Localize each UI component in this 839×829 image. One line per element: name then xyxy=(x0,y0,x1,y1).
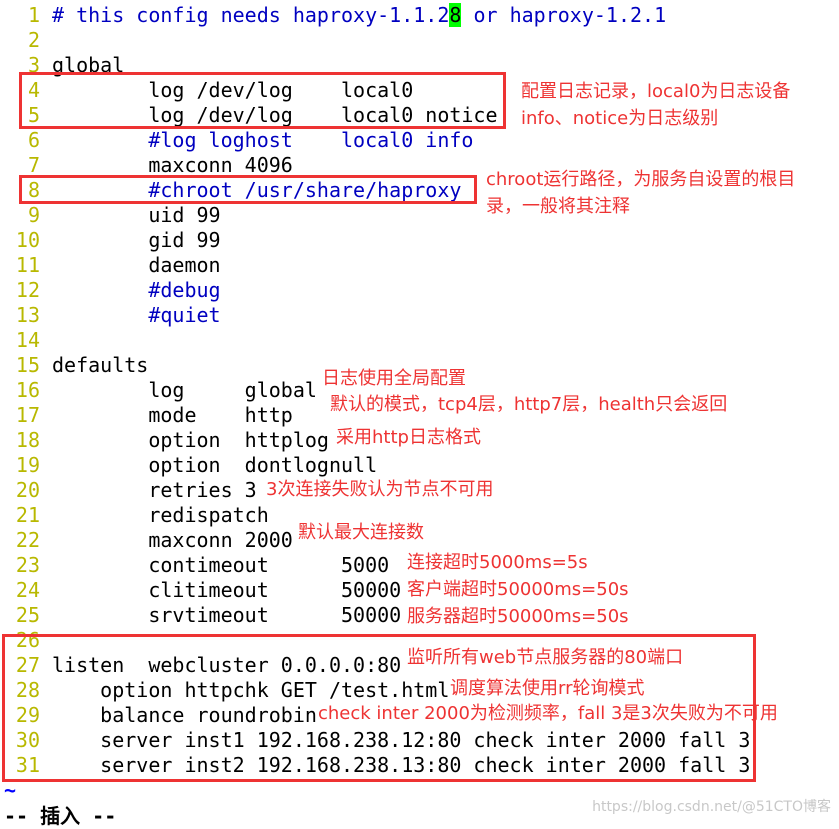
editor-line[interactable]: 25 srvtimeout 50000 xyxy=(4,603,750,628)
line-text: option httplog xyxy=(52,428,329,452)
line-number: 16 xyxy=(15,378,40,402)
editor-line[interactable]: 24 clitimeout 50000 xyxy=(4,578,750,603)
vim-mode-status: -- 插入 -- xyxy=(4,804,117,828)
note-listen: 监听所有web节点服务器的80端口 xyxy=(407,647,684,668)
line-text: option dontlognull xyxy=(52,453,378,477)
line-text: redispatch xyxy=(52,503,269,527)
line-text: retries 3 xyxy=(52,478,257,502)
editor-line[interactable]: 10 gid 99 xyxy=(4,228,750,253)
line-text: srvtimeout 50000 xyxy=(52,603,402,627)
editor-line[interactable]: 19 option dontlognull xyxy=(4,453,750,478)
line-text: log global xyxy=(52,378,317,402)
line-number: 24 xyxy=(15,578,40,602)
line-number: 6 xyxy=(27,128,40,152)
note-httplog: 采用http日志格式 xyxy=(336,427,481,448)
editor-line[interactable]: 9 uid 99 xyxy=(4,203,750,228)
line-number: 25 xyxy=(15,603,40,627)
note-chroot-2: 录，一般将其注释 xyxy=(486,196,630,217)
editor-line[interactable]: 6 #log loghost local0 info xyxy=(4,128,750,153)
line-text: daemon xyxy=(52,253,221,277)
line-number: 14 xyxy=(15,328,40,352)
line-number: 21 xyxy=(15,503,40,527)
editor-line[interactable]: 13 #quiet xyxy=(4,303,750,328)
note-log-config-1: 配置日志记录，local0为日志设备 xyxy=(521,81,791,102)
line-text: contimeout 5000 xyxy=(52,553,390,577)
note-log-config-2: info、notice为日志级别 xyxy=(521,108,719,129)
note-log-global: 日志使用全局配置 xyxy=(322,368,466,389)
editor-line[interactable]: 2 xyxy=(4,28,750,53)
note-maxconn: 默认最大连接数 xyxy=(298,522,424,543)
line-number: 22 xyxy=(15,528,40,552)
note-httpchk: 调度算法使用rr轮询模式 xyxy=(450,678,645,699)
watermark: https://blog.csdn.net/@51CTO博客 xyxy=(592,799,831,815)
line-number: 18 xyxy=(15,428,40,452)
editor-line[interactable]: 23 contimeout 5000 xyxy=(4,553,750,578)
text-cursor: 8 xyxy=(449,3,462,27)
line-text: gid 99 xyxy=(52,228,221,252)
note-clitimeout: 客户端超时50000ms=50s xyxy=(407,579,629,600)
editor-line[interactable]: 12 #debug xyxy=(4,278,750,303)
line-number: 12 xyxy=(15,278,40,302)
line-text: maxconn 2000 xyxy=(52,528,293,552)
highlight-box-chroot xyxy=(19,175,477,204)
line-number: 1 xyxy=(27,3,40,27)
note-mode: 默认的模式，tcp4层，http7层，health只会返回 xyxy=(330,394,728,415)
line-text: mode http xyxy=(52,403,293,427)
line-text: or haproxy-1.2.1 xyxy=(461,3,667,27)
editor-line[interactable]: 11 daemon xyxy=(4,253,750,278)
line-number: 13 xyxy=(15,303,40,327)
line-text: #debug xyxy=(52,278,221,302)
line-number: 17 xyxy=(15,403,40,427)
note-check: check inter 2000为检测频率，fall 3是3次失败为不可用 xyxy=(318,703,778,724)
line-number: 9 xyxy=(27,203,40,227)
line-number: 19 xyxy=(15,453,40,477)
line-text: #log loghost local0 info xyxy=(52,128,474,152)
editor-line[interactable]: 14 xyxy=(4,328,750,353)
line-number: 23 xyxy=(15,553,40,577)
line-text: # this config needs haproxy-1.1.2 xyxy=(52,3,450,27)
line-number: 2 xyxy=(27,28,40,52)
note-chroot-1: chroot运行路径，为服务自设置的根目 xyxy=(486,169,796,190)
line-number: 15 xyxy=(15,353,40,377)
line-number: 10 xyxy=(15,228,40,252)
line-number: 11 xyxy=(15,253,40,277)
line-text: maxconn 4096 xyxy=(52,153,293,177)
line-text: uid 99 xyxy=(52,203,221,227)
line-number: 20 xyxy=(15,478,40,502)
line-text: #quiet xyxy=(52,303,221,327)
note-retries: 3次连接失败认为节点不可用 xyxy=(266,479,494,500)
line-text: defaults xyxy=(52,353,149,377)
highlight-box-log xyxy=(19,72,506,129)
note-srvtimeout: 服务器超时50000ms=50s xyxy=(407,606,629,627)
note-contimeout: 连接超时5000ms=5s xyxy=(407,552,588,573)
line-text: clitimeout 50000 xyxy=(52,578,402,602)
editor-line[interactable]: 1 # this config needs haproxy-1.1.28 or h… xyxy=(4,3,750,28)
